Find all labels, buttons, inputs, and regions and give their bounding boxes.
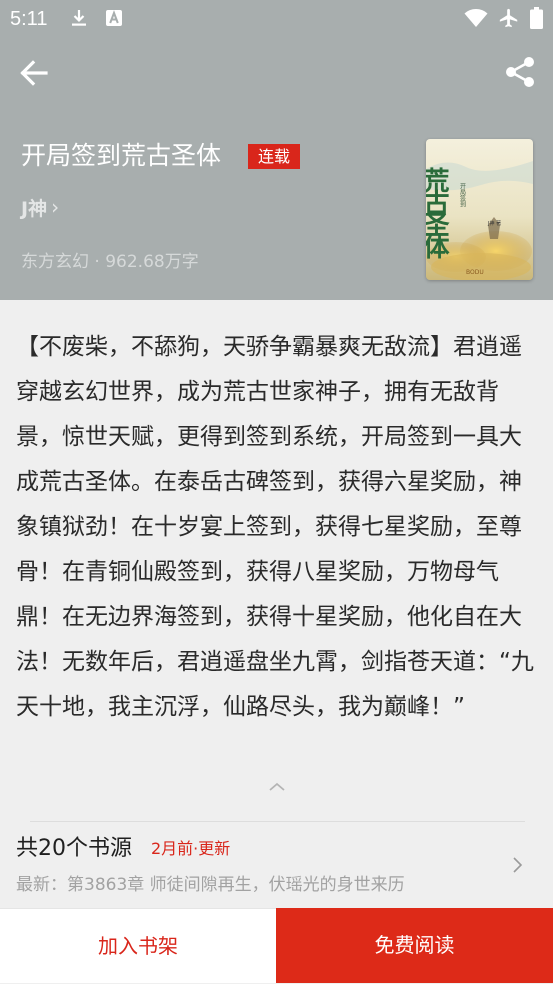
read-free-button[interactable]: 免费阅读 bbox=[276, 908, 553, 983]
share-button[interactable] bbox=[503, 55, 537, 89]
sources-count: 共20个书源 bbox=[16, 836, 132, 861]
serial-status-badge: 连载 bbox=[248, 144, 300, 169]
author-name: J神 bbox=[21, 197, 48, 220]
sources-updated: 2月前·更新 bbox=[151, 839, 231, 858]
battery-icon bbox=[530, 7, 543, 29]
arrow-left-icon bbox=[20, 60, 48, 86]
chevron-up-icon bbox=[269, 782, 285, 791]
cover-subtitle-text: 开局签到 bbox=[459, 183, 466, 207]
collapse-synopsis-button[interactable] bbox=[264, 777, 290, 797]
back-button[interactable] bbox=[18, 57, 50, 89]
book-sources-row[interactable]: 共20个书源 2月前·更新 最新：第3863章 师徒间隙再生，伏瑶光的身世来历 bbox=[0, 822, 553, 908]
bottom-action-bar: 加入书架 免费阅读 bbox=[0, 908, 553, 983]
latest-chapter: 最新：第3863章 师徒间隙再生，伏瑶光的身世来历 bbox=[16, 875, 405, 895]
author-link[interactable]: J神 › bbox=[21, 193, 59, 221]
chevron-right-icon: › bbox=[51, 195, 60, 219]
book-header: 5:11 开局签到荒古圣体 连载 J神 › 东方玄幻 · 962.68万字 荒古… bbox=[0, 0, 553, 300]
cover-title-text: 荒古圣体 bbox=[426, 167, 449, 259]
add-to-shelf-button[interactable]: 加入书架 bbox=[0, 908, 276, 983]
book-meta: 东方玄幻 · 962.68万字 bbox=[21, 252, 199, 272]
status-time: 5:11 bbox=[10, 8, 48, 30]
book-synopsis: 【不废柴，不舔狗，天骄争霸暴爽无敌流】君逍遥穿越玄幻世界，成为荒古世家神子，拥有… bbox=[16, 334, 534, 720]
book-title: 开局签到荒古圣体 bbox=[21, 141, 222, 170]
cover-brand-text: BODU bbox=[466, 269, 484, 276]
download-icon bbox=[69, 8, 89, 28]
share-icon bbox=[506, 57, 534, 87]
book-cover[interactable]: 荒古圣体 开局签到 J神 著 BODU bbox=[426, 139, 533, 280]
chevron-right-icon bbox=[510, 855, 524, 875]
cover-author-text: J神 著 bbox=[487, 220, 501, 227]
a-notification-icon bbox=[104, 8, 124, 28]
wifi-icon bbox=[464, 8, 488, 28]
status-bar: 5:11 bbox=[0, 0, 553, 38]
airplane-mode-icon bbox=[498, 7, 520, 29]
